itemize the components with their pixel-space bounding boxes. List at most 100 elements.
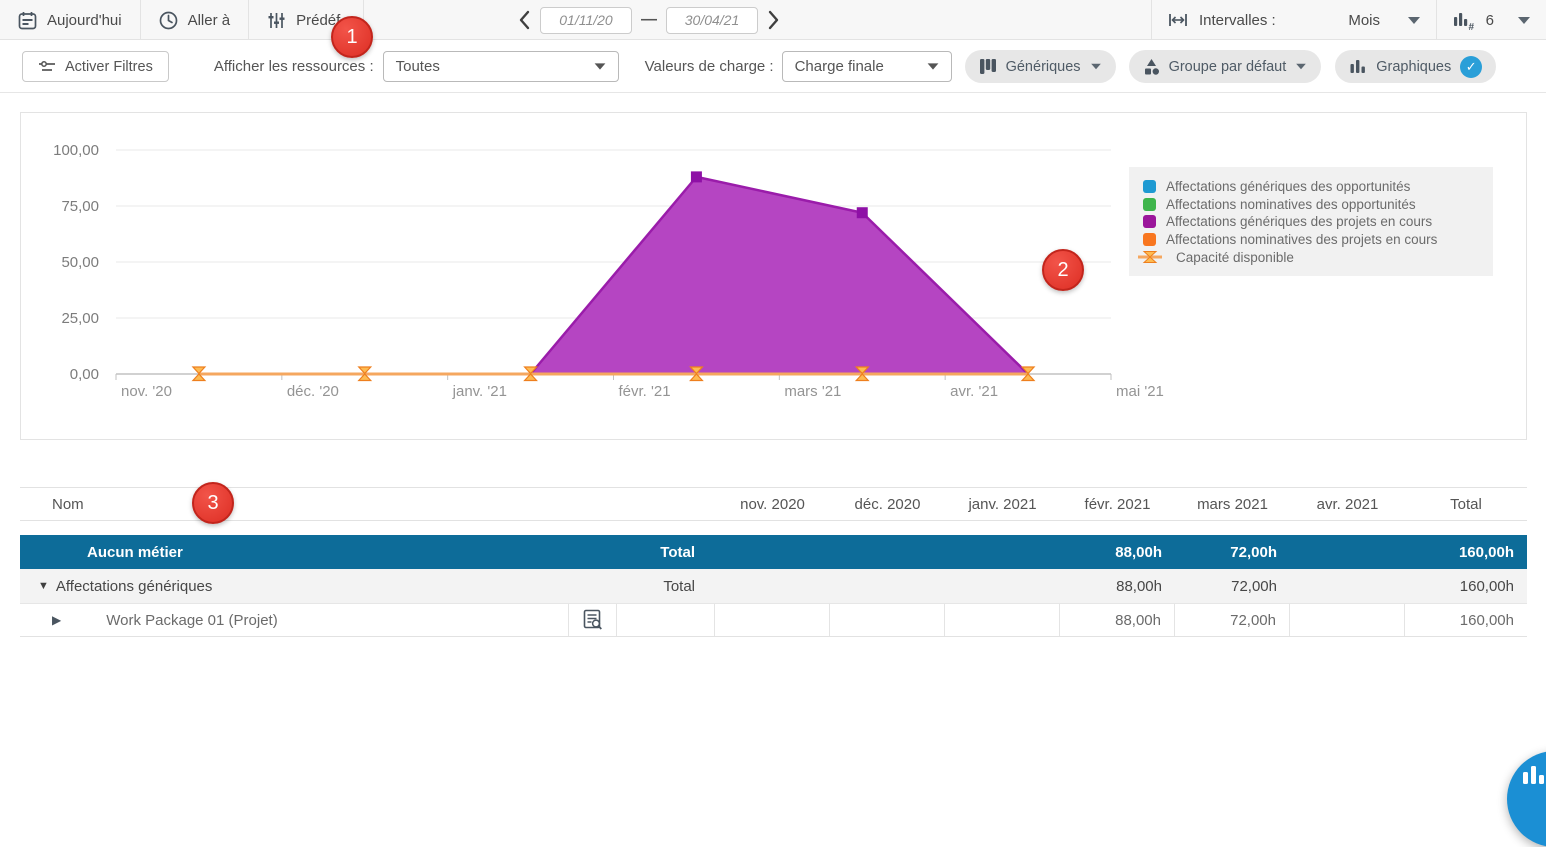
svg-text:0,00: 0,00 — [70, 366, 99, 383]
chart-count-value: 6 — [1486, 12, 1494, 29]
svg-text:févr. '21: févr. '21 — [619, 383, 671, 400]
show-resources-select[interactable]: Toutes — [383, 51, 619, 82]
bar-chart-icon — [1521, 763, 1546, 787]
show-resources-label: Afficher les ressources : — [214, 58, 374, 75]
group-by-dropdown[interactable]: Groupe par défaut — [1129, 50, 1322, 83]
filter-toolbar: Activer Filtres Afficher les ressources … — [0, 41, 1546, 93]
cell-total: 160,00h — [1405, 535, 1527, 569]
cell-value: 72,00h — [1175, 535, 1290, 569]
legend-label: Affectations nominatives des opportunité… — [1166, 197, 1416, 212]
intervals-label: Intervalles : — [1199, 12, 1276, 29]
step-badge-2: 2 — [1042, 249, 1084, 291]
capacity-line-icon — [1138, 250, 1162, 264]
step-badge-3: 3 — [192, 482, 234, 524]
cell-value — [715, 535, 830, 569]
legend-swatch — [1143, 180, 1156, 193]
charts-label: Graphiques — [1376, 59, 1451, 75]
step-badge-1: 1 — [331, 16, 373, 58]
row-name: Aucun métier — [20, 535, 568, 569]
intervals-control[interactable]: Intervalles : Mois — [1151, 0, 1436, 40]
intervals-caret-icon — [1408, 17, 1420, 24]
column-header-name: Nom — [20, 488, 715, 520]
cell-value: 72,00h — [1175, 604, 1290, 636]
cell-value: 88,00h — [1060, 535, 1175, 569]
table-row-group-total: Aucun métier Total 88,00h 72,00h 160,00h — [20, 535, 1527, 569]
svg-text:75,00: 75,00 — [61, 198, 99, 215]
today-label: Aujourd'hui — [47, 12, 122, 29]
interval-value: Mois — [1348, 12, 1380, 29]
cell-value — [945, 569, 1060, 603]
legend-label: Affectations génériques des opportunités — [1166, 179, 1410, 194]
sliders-icon — [267, 11, 286, 30]
svg-text:25,00: 25,00 — [61, 310, 99, 327]
row-name: Work Package 01 (Projet) — [106, 612, 277, 629]
cell-value — [945, 604, 1060, 636]
legend-item: Affectations génériques des opportunités — [1143, 178, 1479, 196]
charts-toggle[interactable]: Graphiques ✓ — [1335, 50, 1496, 83]
cell-value — [1290, 604, 1405, 636]
date-from-input[interactable] — [540, 7, 632, 34]
group-by-icon — [1143, 58, 1160, 76]
table-row-item: ▶ Work Package 01 (Projet) 88,00h 72,00h… — [20, 603, 1527, 637]
cell-value — [715, 569, 830, 603]
chevron-right-icon[interactable] — [767, 10, 780, 30]
legend-label: Capacité disponible — [1176, 250, 1294, 265]
group-by-caret-icon — [1296, 64, 1306, 70]
empty-cell — [617, 604, 715, 636]
svg-text:mai '21: mai '21 — [1116, 383, 1164, 400]
chart-legend: Affectations génériques des opportunités… — [1129, 167, 1493, 276]
row-total-label: Total — [568, 535, 715, 569]
svg-text:100,00: 100,00 — [53, 142, 99, 159]
legend-label: Affectations nominatives des projets en … — [1166, 232, 1437, 247]
column-header-month: déc. 2020 — [830, 488, 945, 520]
today-button[interactable]: Aujourd'hui — [0, 0, 141, 40]
column-header-month: mars 2021 — [1175, 488, 1290, 520]
cell-total: 160,00h — [1405, 569, 1527, 603]
collapse-triangle-icon[interactable]: ▼ — [38, 580, 49, 592]
calendar-icon — [18, 11, 37, 30]
legend-item: Affectations nominatives des opportunité… — [1143, 196, 1479, 214]
column-header-month: nov. 2020 — [715, 488, 830, 520]
chart-count-icon: # — [1453, 11, 1476, 30]
chevron-left-icon[interactable] — [518, 10, 531, 30]
svg-text:déc. '20: déc. '20 — [287, 383, 339, 400]
cell-value — [830, 569, 945, 603]
legend-item: Capacité disponible — [1143, 248, 1479, 266]
intervals-icon — [1168, 12, 1188, 28]
goto-label: Aller à — [188, 12, 231, 29]
group-by-label: Groupe par défaut — [1169, 59, 1287, 75]
chart-count-caret-icon — [1518, 17, 1530, 24]
clock-icon — [159, 11, 178, 30]
svg-text:avr. '21: avr. '21 — [950, 383, 998, 400]
load-values-select[interactable]: Charge finale — [782, 51, 952, 82]
load-values-label: Valeurs de charge : — [645, 58, 774, 75]
cell-total: 160,00h — [1405, 604, 1527, 636]
date-range-dash: — — [641, 11, 657, 29]
generics-label: Génériques — [1006, 59, 1081, 75]
columns-icon — [979, 58, 997, 75]
expand-triangle-icon[interactable]: ▶ — [52, 613, 61, 627]
legend-swatch — [1143, 233, 1156, 246]
legend-item: Affectations génériques des projets en c… — [1143, 213, 1479, 231]
charts-fab-button[interactable] — [1507, 751, 1546, 847]
activate-filters-button[interactable]: Activer Filtres — [22, 51, 169, 82]
svg-text:mars '21: mars '21 — [784, 383, 841, 400]
chart-count-control[interactable]: # 6 — [1436, 0, 1546, 40]
detail-view-cell[interactable] — [568, 604, 617, 636]
legend-item: Affectations nominatives des projets en … — [1143, 231, 1479, 249]
generics-dropdown[interactable]: Génériques — [965, 50, 1116, 83]
generics-caret-icon — [1091, 64, 1101, 70]
table-row-group[interactable]: ▼ Affectations génériques Total 88,00h 7… — [20, 569, 1527, 603]
capacity-area-chart: 0,0025,0050,0075,00100,00nov. '20déc. '2… — [21, 113, 1528, 439]
cell-value: 88,00h — [1060, 604, 1175, 636]
top-toolbar: Aujourd'hui Aller à Prédéf. — — [0, 0, 1546, 40]
legend-label: Affectations génériques des projets en c… — [1166, 214, 1432, 229]
cell-value — [830, 604, 945, 636]
column-header-month: févr. 2021 — [1060, 488, 1175, 520]
date-to-input[interactable] — [666, 7, 758, 34]
legend-swatch — [1143, 198, 1156, 211]
table-header-row: Nom nov. 2020 déc. 2020 janv. 2021 févr.… — [20, 487, 1527, 521]
column-header-month: janv. 2021 — [945, 488, 1060, 520]
svg-text:janv. '21: janv. '21 — [452, 383, 507, 400]
goto-button[interactable]: Aller à — [141, 0, 250, 40]
